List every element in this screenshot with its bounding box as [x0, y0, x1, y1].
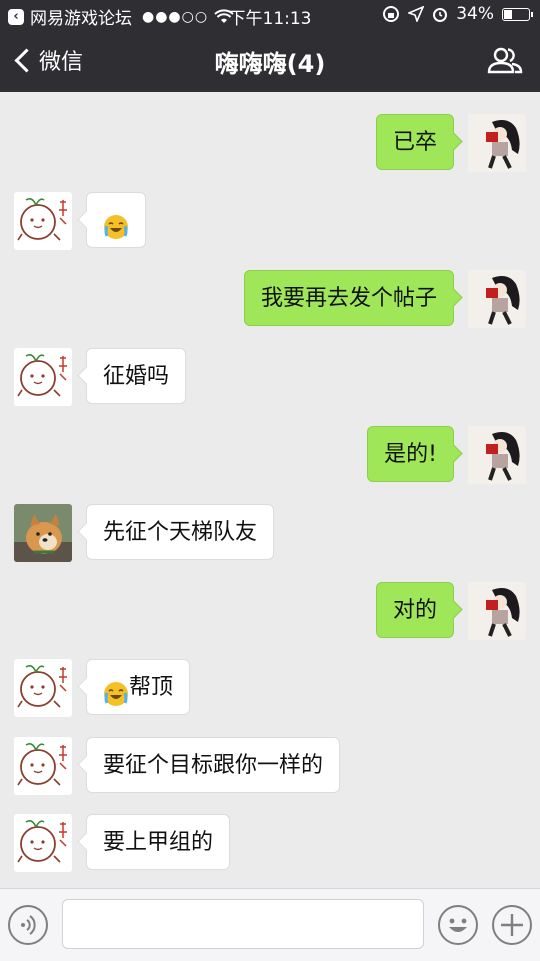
message-bubble[interactable]: 是的! — [367, 426, 454, 482]
message-bubble[interactable]: 征婚吗 — [86, 348, 187, 404]
girl-avatar[interactable] — [468, 114, 526, 172]
received-message-row: 帮顶 — [0, 659, 540, 719]
message-bubble[interactable]: 要征个目标跟你一样的 — [86, 737, 341, 793]
doodle-avatar[interactable] — [14, 348, 72, 406]
message-bubble[interactable] — [86, 192, 146, 248]
more-options-button[interactable] — [492, 905, 532, 945]
voice-input-button[interactable] — [8, 905, 48, 945]
message-text: 征婚吗 — [103, 364, 170, 389]
emoji-button[interactable] — [438, 905, 478, 945]
group-members-icon[interactable] — [486, 46, 524, 76]
doodle-avatar[interactable] — [14, 737, 72, 795]
received-message-row: 先征个天梯队友 — [0, 504, 540, 564]
message-bubble[interactable]: 要上甲组的 — [86, 814, 231, 870]
received-message-row: 要上甲组的 — [0, 814, 540, 874]
message-bubble[interactable]: 帮顶 — [86, 659, 191, 715]
battery-icon — [502, 7, 533, 21]
sent-message-row: 我要再去发个帖子 — [0, 270, 540, 330]
message-text: 是的! — [384, 442, 437, 467]
doodle-avatar[interactable] — [14, 192, 72, 250]
received-message-row: 征婚吗 — [0, 348, 540, 408]
plus-icon — [501, 914, 523, 936]
input-bar — [0, 888, 540, 961]
message-input[interactable] — [62, 899, 424, 949]
smiley-icon — [449, 918, 467, 932]
message-bubble[interactable]: 对的 — [375, 582, 454, 638]
chat-message-list[interactable]: 已卒我要再去发个帖子征婚吗是的! 先征个天梯队友对的帮顶要征个目标跟你一样的 要上甲… — [0, 92, 540, 887]
voice-icon — [21, 915, 36, 935]
message-text: 已卒 — [392, 130, 437, 155]
message-text: 我要再去发个帖子 — [260, 286, 437, 311]
status-right: 34% — [382, 4, 533, 24]
message-text: 先征个天梯队友 — [103, 520, 258, 545]
location-icon — [408, 6, 425, 22]
girl-avatar[interactable] — [468, 270, 526, 328]
doodle-avatar[interactable] — [14, 659, 72, 717]
doodle-avatar[interactable] — [14, 814, 72, 872]
chat-title: 嗨嗨嗨(4) — [214, 50, 326, 78]
received-message-row: 要征个目标跟你一样的 — [0, 737, 540, 797]
rotation-lock-icon — [383, 6, 400, 22]
message-text: 对的 — [392, 598, 437, 623]
sent-message-row: 对的 — [0, 582, 540, 642]
message-bubble[interactable]: 先征个天梯队友 — [86, 504, 275, 560]
laughing-crying-icon — [103, 206, 129, 239]
message-bubble[interactable]: 已卒 — [375, 114, 454, 170]
laughing-crying-icon — [103, 673, 129, 706]
message-text: 要上甲组的 — [103, 830, 214, 855]
battery-percent: 34% — [456, 4, 494, 24]
message-bubble[interactable]: 我要再去发个帖子 — [243, 270, 454, 326]
girl-avatar[interactable] — [468, 426, 526, 484]
nav-bar: 微信 嗨嗨嗨(4) — [0, 30, 540, 92]
status-bar: ‹ 网易游戏论坛 ●●●○○ 下午11:13 34% — [0, 0, 540, 30]
sent-message-row: 是的! — [0, 426, 540, 486]
received-message-row — [0, 192, 540, 252]
message-text: 帮顶 — [129, 675, 174, 700]
message-text: 要征个目标跟你一样的 — [103, 753, 324, 778]
girl-avatar[interactable] — [468, 582, 526, 640]
sent-message-row: 已卒 — [0, 114, 540, 174]
alarm-icon — [433, 8, 448, 22]
dog-avatar[interactable] — [14, 504, 72, 562]
